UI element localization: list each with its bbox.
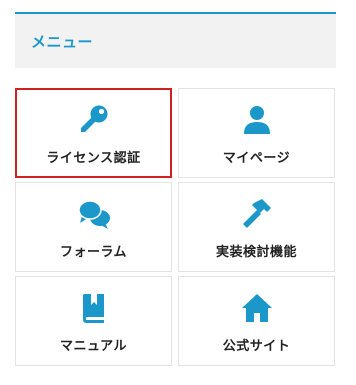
tile-label: マイページ bbox=[222, 151, 291, 166]
tile-label: 公式サイト bbox=[222, 339, 291, 354]
manual-button[interactable]: マニュアル bbox=[15, 276, 172, 366]
menu-header: メニュー bbox=[15, 12, 336, 68]
official-site-button[interactable]: 公式サイト bbox=[178, 276, 335, 366]
menu-title: メニュー bbox=[31, 33, 94, 51]
planned-features-button[interactable]: 実装検討機能 bbox=[178, 182, 335, 272]
hammer-icon bbox=[240, 197, 274, 231]
tile-label: ライセンス認証 bbox=[46, 151, 141, 166]
user-icon bbox=[240, 103, 274, 137]
tile-label: 実装検討機能 bbox=[215, 245, 297, 260]
home-icon bbox=[240, 291, 274, 325]
mypage-button[interactable]: マイページ bbox=[178, 88, 335, 178]
forum-button[interactable]: フォーラム bbox=[15, 182, 172, 272]
license-activation-button[interactable]: ライセンス認証 bbox=[15, 88, 172, 178]
tile-label: フォーラム bbox=[59, 245, 128, 260]
chat-bubbles-icon bbox=[77, 197, 111, 231]
tile-label: マニュアル bbox=[59, 339, 128, 354]
key-icon bbox=[77, 103, 111, 137]
book-icon bbox=[77, 291, 111, 325]
